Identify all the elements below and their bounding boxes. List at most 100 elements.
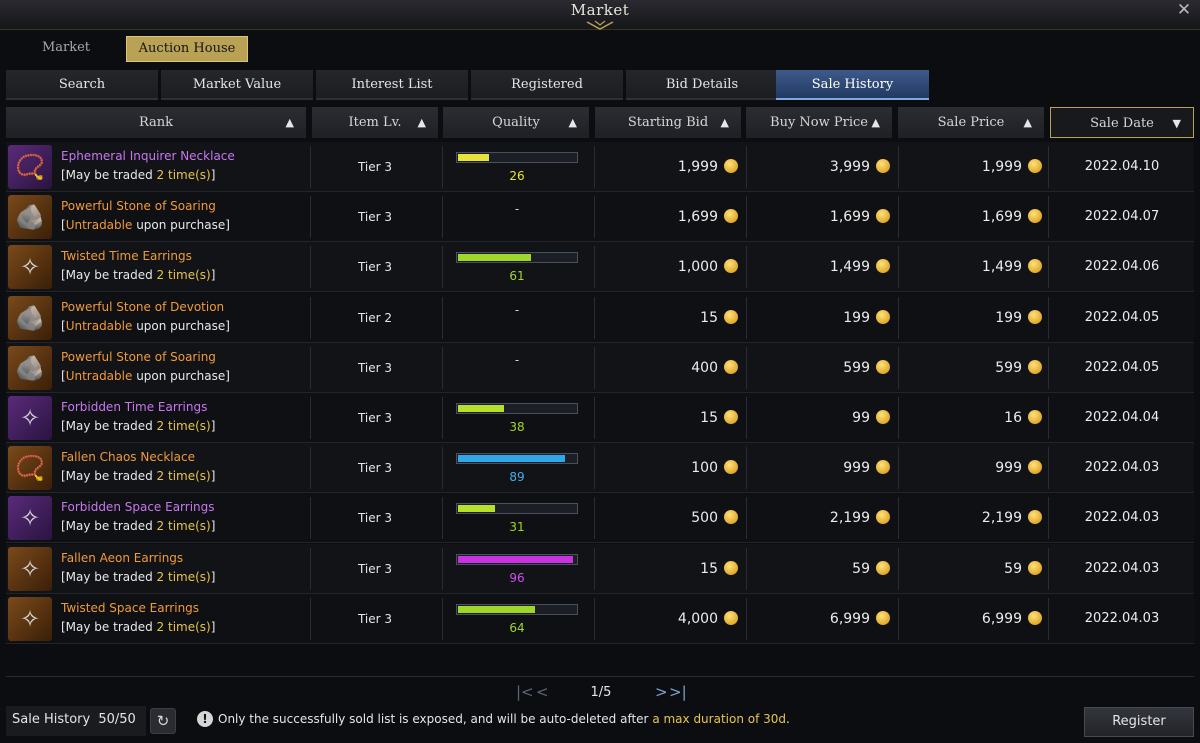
gold-coin-icon bbox=[876, 560, 890, 575]
tab-auction-house[interactable]: Auction House bbox=[126, 36, 248, 62]
quality-bar bbox=[456, 603, 578, 615]
quality-bar-fill bbox=[458, 154, 490, 161]
starting-bid-value: 4,000 bbox=[677, 610, 718, 627]
gold-coin-icon bbox=[876, 460, 890, 475]
quality-value: 89 bbox=[509, 470, 525, 485]
column-separator bbox=[442, 447, 443, 490]
column-header-item-level[interactable]: Item Lv. ▲ bbox=[312, 107, 438, 138]
tab-bid-details[interactable]: Bid Details bbox=[626, 70, 778, 100]
table-row[interactable]: 📿 Fallen Chaos Necklace [May be traded 2 t… bbox=[6, 443, 1194, 494]
earrings-icon[interactable]: ✧ bbox=[8, 396, 52, 440]
next-page-icon[interactable]: > bbox=[655, 683, 668, 701]
info-icon: ! bbox=[197, 710, 213, 727]
gold-coin-icon bbox=[1028, 259, 1042, 274]
quality-value: 64 bbox=[509, 620, 525, 635]
column-separator bbox=[442, 296, 443, 339]
column-header-buy-now-price[interactable]: Buy Now Price ▲ bbox=[746, 107, 892, 138]
close-icon[interactable]: ✕ bbox=[1174, 1, 1194, 21]
tab-interest-list[interactable]: Interest List bbox=[316, 70, 468, 100]
quality-bar bbox=[456, 553, 578, 565]
first-page-icon[interactable]: |< bbox=[516, 683, 534, 701]
earrings-icon[interactable]: ✧ bbox=[8, 546, 52, 591]
quality-bar-fill bbox=[458, 254, 532, 262]
window-title: Market bbox=[570, 1, 630, 19]
item-trade-info: [May be traded 2 time(s)] bbox=[61, 620, 215, 634]
footer-divider bbox=[6, 676, 1194, 677]
tab-registered[interactable]: Registered bbox=[471, 70, 623, 100]
column-header-sale-price[interactable]: Sale Price ▲ bbox=[898, 107, 1044, 138]
tab-search[interactable]: Search bbox=[6, 70, 158, 100]
table-row[interactable]: ✧ Fallen Aeon Earrings [May be traded 2 ti… bbox=[6, 543, 1194, 594]
trade-info-prefix: [May be traded bbox=[61, 419, 157, 433]
necklace-icon[interactable]: 📿 bbox=[8, 145, 52, 189]
prev-page-icon[interactable]: < bbox=[536, 683, 549, 701]
table-row[interactable]: 📿 Ephemeral Inquirer Necklace [May be trad… bbox=[6, 142, 1194, 192]
item-tier: Tier 3 bbox=[357, 561, 393, 576]
item-name: Powerful Stone of Devotion bbox=[61, 299, 225, 314]
sale-price: 6,999 bbox=[898, 594, 1042, 644]
gold-coin-icon bbox=[876, 259, 890, 274]
item-trade-info: [May be traded 2 time(s)] bbox=[61, 419, 215, 433]
table-row[interactable]: ✧ Twisted Space Earrings [May be traded 2 … bbox=[6, 593, 1194, 644]
earrings-icon[interactable]: ✧ bbox=[8, 245, 52, 290]
table-row[interactable]: ✧ Forbidden Time Earrings [May be traded 2… bbox=[6, 393, 1194, 443]
quality-bar-fill bbox=[458, 555, 574, 563]
item-trade-info: [May be traded 2 time(s)] bbox=[61, 519, 215, 533]
starting-bid: 1,000 bbox=[594, 242, 738, 292]
sale-date: 2022.04.07 bbox=[1084, 209, 1160, 225]
column-separator bbox=[1048, 296, 1049, 339]
trade-info-prefix: [May be traded bbox=[61, 519, 157, 534]
sale-date: 2022.04.03 bbox=[1084, 560, 1160, 576]
table-row[interactable]: 🪨 Powerful Stone of Devotion [Untradable u… bbox=[6, 292, 1194, 343]
buy-now-price: 1,699 bbox=[746, 192, 890, 242]
item-name: Powerful Stone of Soaring bbox=[61, 199, 216, 214]
column-separator bbox=[442, 146, 443, 188]
column-header-sale-date[interactable]: Sale Date ▼ bbox=[1050, 107, 1194, 138]
gold-coin-icon bbox=[876, 159, 890, 173]
item-trade-info: [Untradable upon purchase] bbox=[61, 319, 230, 333]
gold-coin-icon bbox=[724, 560, 738, 575]
gold-coin-icon bbox=[1028, 159, 1042, 173]
gold-coin-icon bbox=[1028, 410, 1042, 424]
tab-market-value[interactable]: Market Value bbox=[161, 70, 313, 100]
sale-price: 1,999 bbox=[898, 142, 1042, 192]
notice-highlight: a max duration of 30d bbox=[652, 712, 787, 726]
quality-bar-fill bbox=[458, 505, 496, 513]
sale-price-value: 59 bbox=[1004, 560, 1022, 577]
quality-none: - bbox=[514, 202, 520, 217]
sale-price-value: 1,999 bbox=[981, 159, 1022, 175]
trade-info-suffix: ] bbox=[210, 469, 216, 484]
quality-none: - bbox=[514, 302, 520, 317]
stone-icon[interactable]: 🪨 bbox=[8, 195, 52, 240]
stone-icon[interactable]: 🪨 bbox=[8, 345, 52, 390]
table-row[interactable]: ✧ Forbidden Space Earrings [May be traded … bbox=[6, 493, 1194, 544]
table-row[interactable]: 🪨 Powerful Stone of Soaring [Untradable up… bbox=[6, 192, 1194, 243]
trade-info-prefix: [May be traded bbox=[61, 569, 157, 584]
table-row[interactable]: ✧ Twisted Time Earrings [May be traded 2 t… bbox=[6, 242, 1194, 293]
refresh-icon[interactable]: ↻ bbox=[150, 708, 176, 734]
quality-bar bbox=[456, 453, 578, 465]
tab-market[interactable]: Market bbox=[8, 36, 124, 62]
sub-tabs: Search Market Value Interest List Regist… bbox=[6, 70, 1194, 100]
gold-coin-icon bbox=[876, 510, 890, 525]
tab-sale-history[interactable]: Sale History bbox=[776, 70, 929, 100]
gold-coin-icon bbox=[1028, 209, 1042, 224]
column-header-rank[interactable]: Rank ▲ bbox=[6, 107, 306, 138]
sale-price-value: 599 bbox=[995, 359, 1022, 376]
register-button[interactable]: Register bbox=[1084, 707, 1194, 737]
column-header-quality[interactable]: Quality ▲ bbox=[443, 107, 589, 138]
last-page-icon[interactable]: >| bbox=[669, 683, 687, 701]
column-separator bbox=[1048, 497, 1049, 540]
necklace-icon[interactable]: 📿 bbox=[8, 446, 52, 491]
earrings-icon[interactable]: ✧ bbox=[8, 596, 52, 641]
sale-price-value: 999 bbox=[995, 460, 1022, 477]
item-name: Forbidden Time Earrings bbox=[61, 400, 208, 414]
column-header-starting-bid[interactable]: Starting Bid ▲ bbox=[595, 107, 741, 138]
column-separator bbox=[1048, 447, 1049, 490]
gold-coin-icon bbox=[724, 359, 738, 374]
stone-icon[interactable]: 🪨 bbox=[8, 295, 52, 340]
table-row[interactable]: 🪨 Powerful Stone of Soaring [Untradable up… bbox=[6, 342, 1194, 393]
column-separator bbox=[1048, 146, 1049, 188]
buy-now-price-value: 2,199 bbox=[829, 510, 870, 527]
earrings-icon[interactable]: ✧ bbox=[8, 496, 52, 541]
